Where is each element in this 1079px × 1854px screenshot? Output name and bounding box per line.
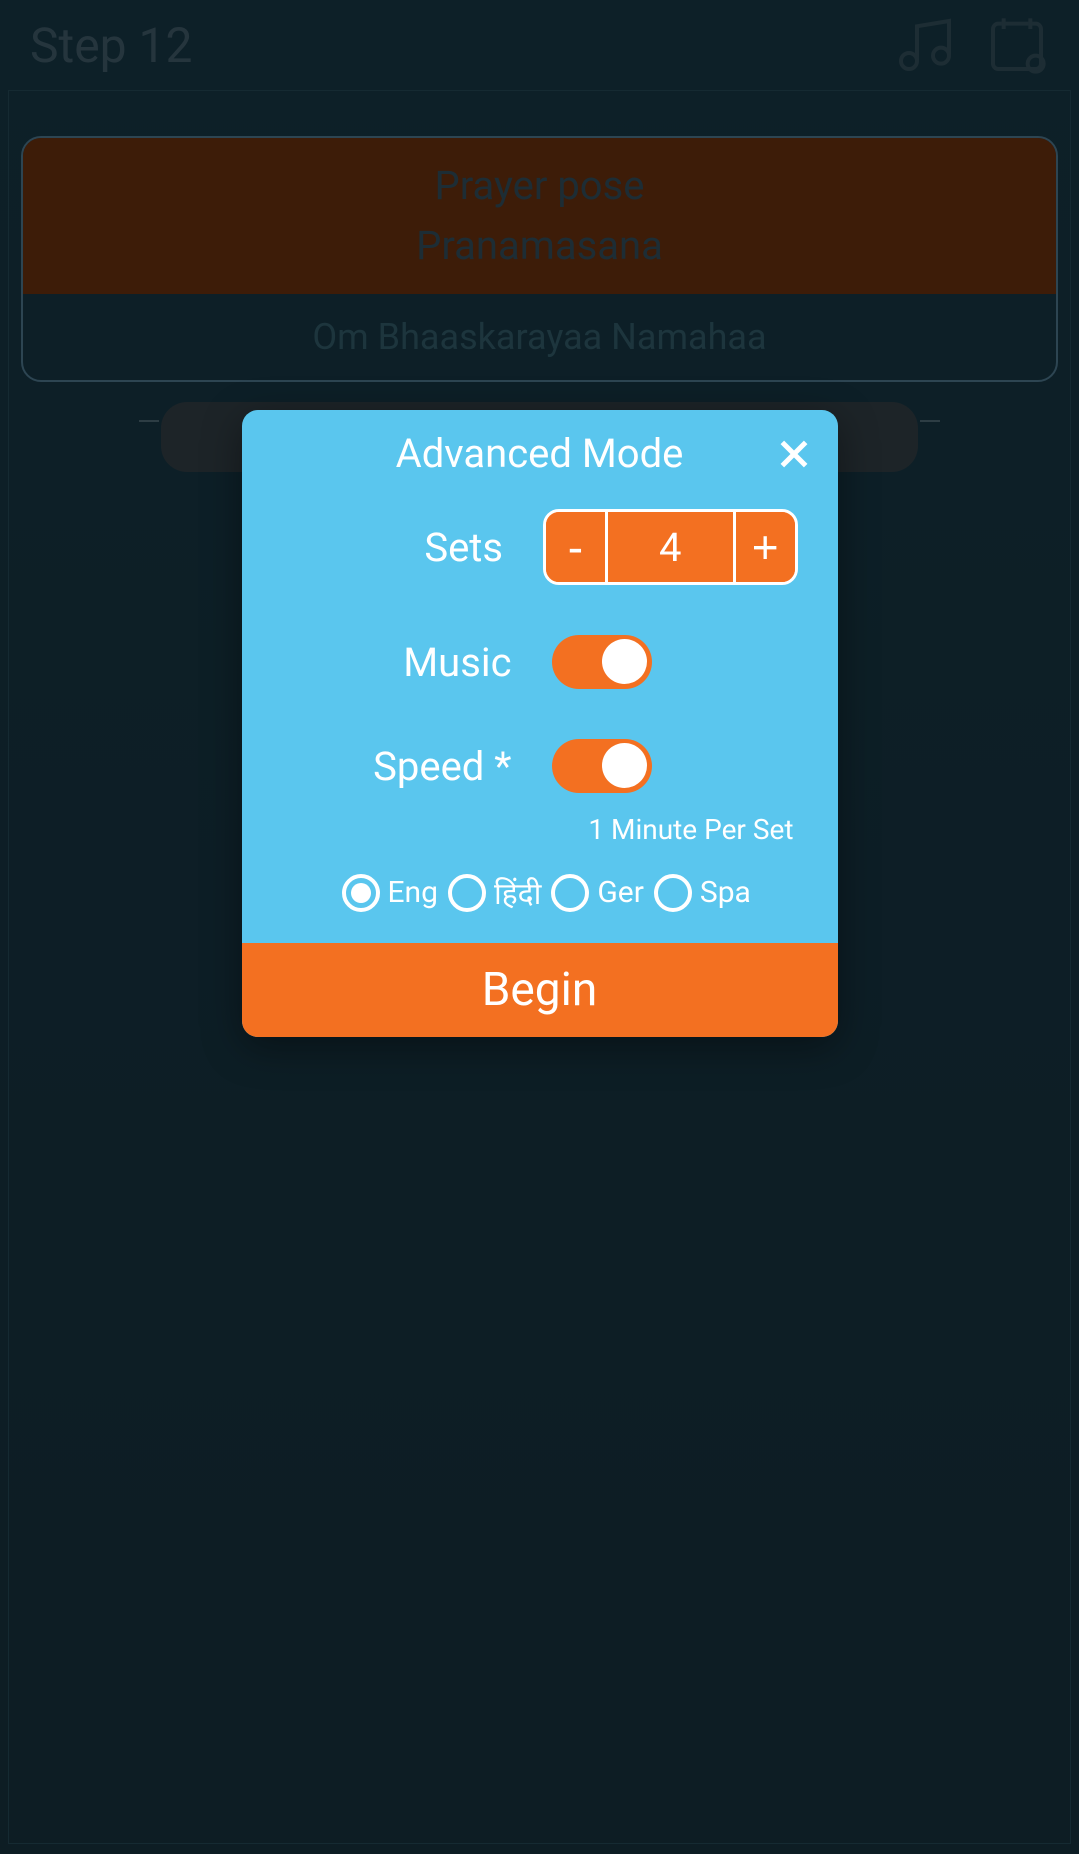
advanced-mode-dialog: Advanced Mode Sets - 4 + Music — [242, 410, 838, 1037]
music-row: Music — [282, 635, 798, 689]
music-label: Music — [282, 639, 512, 686]
lang-radio-hindi[interactable]: हिंदी — [448, 872, 541, 913]
lang-radio-spa[interactable]: Spa — [654, 874, 751, 912]
dialog-body: Sets - 4 + Music Speed * 1 Minute Per — [242, 489, 838, 943]
radio-label: हिंदी — [494, 872, 541, 913]
sets-stepper: - 4 + — [543, 509, 797, 585]
radio-icon — [551, 874, 589, 912]
radio-label: Spa — [700, 875, 751, 910]
close-icon[interactable] — [774, 434, 814, 474]
radio-icon — [342, 874, 380, 912]
sets-label: Sets — [282, 524, 504, 571]
lang-radio-ger[interactable]: Ger — [551, 874, 644, 912]
language-radio-group: Eng हिंदी Ger Spa — [282, 872, 798, 913]
sets-row: Sets - 4 + — [282, 509, 798, 585]
music-toggle[interactable] — [552, 635, 652, 689]
sets-value: 4 — [608, 512, 733, 582]
sets-increase-button[interactable]: + — [733, 512, 795, 582]
radio-icon — [654, 874, 692, 912]
speed-toggle[interactable] — [552, 739, 652, 793]
radio-icon — [448, 874, 486, 912]
sets-decrease-button[interactable]: - — [546, 512, 608, 582]
speed-row: Speed * — [282, 739, 798, 793]
modal-overlay: Advanced Mode Sets - 4 + Music — [0, 0, 1079, 1854]
radio-label: Ger — [597, 875, 644, 910]
lang-radio-eng[interactable]: Eng — [342, 874, 438, 912]
dialog-header: Advanced Mode — [242, 410, 838, 489]
begin-button[interactable]: Begin — [242, 943, 838, 1037]
radio-label: Eng — [388, 875, 438, 910]
speed-note: 1 Minute Per Set — [282, 813, 798, 846]
begin-label: Begin — [262, 963, 818, 1017]
speed-label: Speed * — [282, 743, 512, 790]
dialog-title: Advanced Mode — [396, 430, 684, 477]
